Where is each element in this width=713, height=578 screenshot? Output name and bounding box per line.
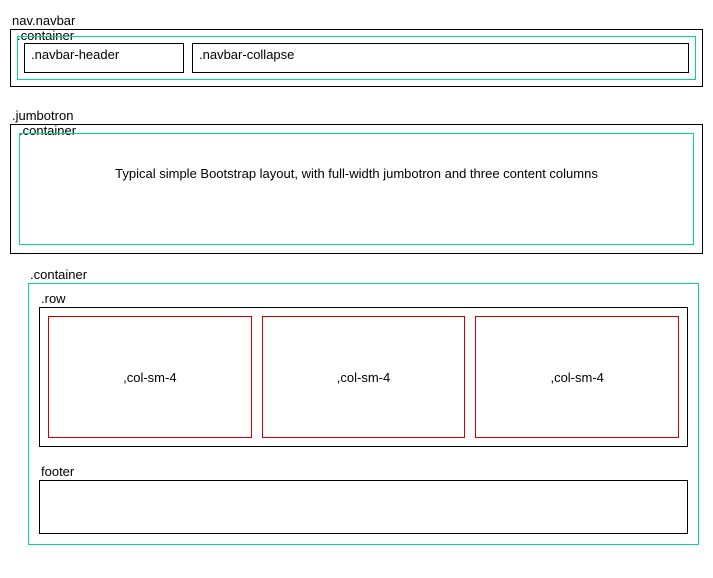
jumbotron-container: Typical simple Bootstrap layout, with fu…: [19, 133, 694, 245]
col-3-label: ,col-sm-4: [550, 370, 603, 385]
row-label: .row: [41, 292, 688, 305]
col-1-label: ,col-sm-4: [123, 370, 176, 385]
col-2: ,col-sm-4: [262, 316, 466, 438]
jumbotron-section: .jumbotron .container Typical simple Boo…: [10, 109, 703, 254]
navbar-container: .navbar-header .navbar-collapse: [17, 36, 696, 80]
main-container-label: .container: [30, 268, 699, 281]
col-1: ,col-sm-4: [48, 316, 252, 438]
jumbotron-body-text: Typical simple Bootstrap layout, with fu…: [115, 166, 598, 181]
footer-label: footer: [41, 465, 688, 478]
main-section: .container .row ,col-sm-4 ,col-sm-4 ,col…: [28, 268, 699, 545]
footer-section: footer: [39, 465, 688, 534]
navbar-box: .container .navbar-header .navbar-collap…: [10, 29, 703, 87]
row-box: ,col-sm-4 ,col-sm-4 ,col-sm-4: [39, 307, 688, 447]
footer-box: [39, 480, 688, 534]
navbar-header-box: .navbar-header: [24, 43, 184, 73]
jumbotron-outer-label: .jumbotron: [12, 109, 703, 122]
navbar-collapse-label: .navbar-collapse: [199, 48, 294, 61]
jumbotron-box: .container Typical simple Bootstrap layo…: [10, 124, 703, 254]
navbar-outer-label: nav.navbar: [12, 14, 703, 27]
col-3: ,col-sm-4: [475, 316, 679, 438]
col-2-label: ,col-sm-4: [337, 370, 390, 385]
navbar-header-label: .navbar-header: [31, 48, 119, 61]
main-container: .row ,col-sm-4 ,col-sm-4 ,col-sm-4 foote…: [28, 283, 699, 545]
navbar-collapse-box: .navbar-collapse: [192, 43, 689, 73]
navbar-section: nav.navbar .container .navbar-header .na…: [10, 14, 703, 87]
